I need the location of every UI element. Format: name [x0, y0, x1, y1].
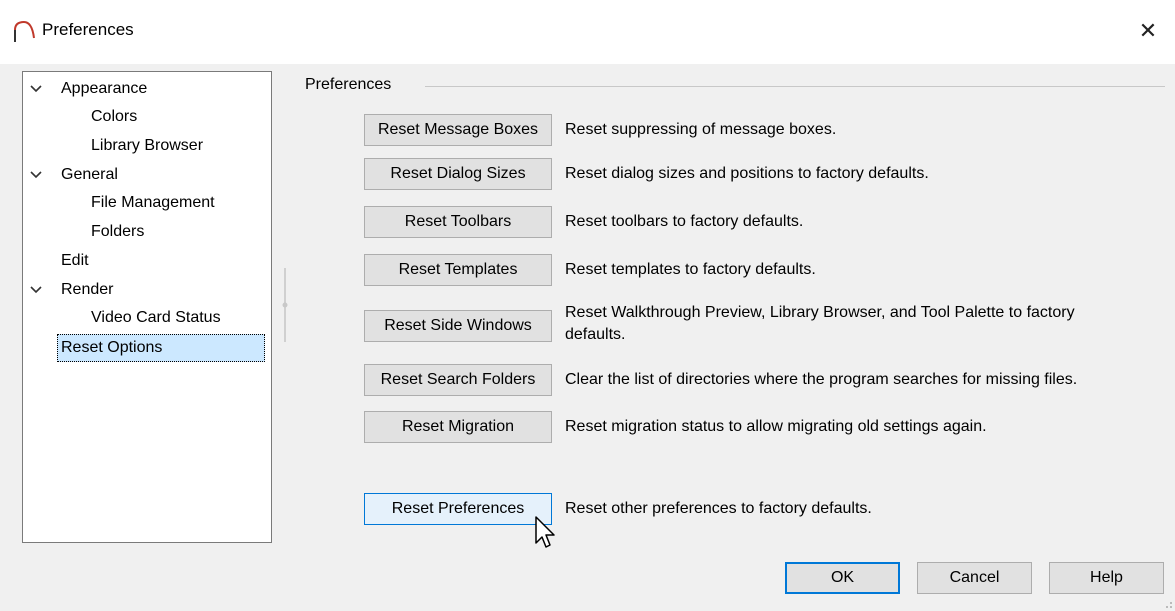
tree-label: Edit	[61, 252, 89, 269]
ok-button[interactable]: OK	[785, 562, 900, 594]
reset-search-folders-button[interactable]: Reset Search Folders	[364, 364, 552, 396]
reset-migration-button[interactable]: Reset Migration	[364, 411, 552, 443]
chevron-down-icon[interactable]	[29, 168, 43, 182]
group-divider	[425, 86, 1165, 87]
tree-label: General	[61, 166, 118, 183]
reset-templates-button[interactable]: Reset Templates	[364, 254, 552, 286]
reset-message-boxes-button[interactable]: Reset Message Boxes	[364, 114, 552, 146]
reset-templates-description: Reset templates to factory defaults.	[565, 261, 816, 278]
tree-label: Colors	[91, 108, 138, 125]
help-button[interactable]: Help	[1049, 562, 1164, 594]
title-bar: Preferences ✕	[0, 0, 1175, 64]
reset-dialog-sizes-description: Reset dialog sizes and positions to fact…	[565, 165, 929, 182]
reset-toolbars-button[interactable]: Reset Toolbars	[364, 206, 552, 238]
reset-side-windows-button[interactable]: Reset Side Windows	[364, 310, 552, 342]
reset-search-folders-description: Clear the list of directories where the …	[565, 371, 1078, 388]
chevron-down-icon[interactable]	[29, 82, 43, 96]
mouse-pointer-icon	[535, 516, 555, 548]
group-label: Preferences	[305, 76, 398, 94]
reset-message-boxes-description: Reset suppressing of message boxes.	[565, 121, 837, 138]
reset-side-windows-description: Reset Walkthrough Preview, Library Brows…	[565, 302, 1165, 346]
tree-item-colors[interactable]: Colors	[91, 104, 137, 130]
reset-preferences-description: Reset other preferences to factory defau…	[565, 500, 872, 517]
tree-item-edit[interactable]: Edit	[61, 248, 89, 274]
chevron-down-icon[interactable]	[29, 283, 43, 297]
close-icon: ✕	[1138, 18, 1158, 43]
close-button[interactable]: ✕	[1131, 14, 1165, 48]
reset-preferences-button[interactable]: Reset Preferences	[364, 493, 552, 525]
tree-item-folders[interactable]: Folders	[91, 219, 144, 245]
tree-label: Reset Options	[57, 334, 265, 362]
tree-label: Appearance	[61, 80, 148, 97]
cancel-button[interactable]: Cancel	[917, 562, 1032, 594]
tree-label: Library Browser	[91, 137, 204, 154]
tree-item-library-browser[interactable]: Library Browser	[91, 133, 203, 159]
tree-label: File Management	[91, 194, 215, 211]
tree-item-video-card-status[interactable]: Video Card Status	[91, 305, 221, 331]
description-line: Reset Walkthrough Preview, Library Brows…	[565, 304, 1075, 321]
window-title: Preferences	[42, 20, 134, 39]
reset-migration-description: Reset migration status to allow migratin…	[565, 418, 987, 435]
tree-item-reset-options[interactable]: Reset Options	[57, 334, 265, 362]
tree-label: Render	[61, 281, 114, 298]
reset-dialog-sizes-button[interactable]: Reset Dialog Sizes	[364, 158, 552, 190]
reset-toolbars-description: Reset toolbars to factory defaults.	[565, 213, 804, 230]
options-tree[interactable]: Appearance Colors Library Browser Genera…	[22, 71, 272, 543]
tree-label: Folders	[91, 223, 145, 240]
description-line: defaults.	[565, 326, 626, 343]
app-arc-icon	[14, 20, 35, 42]
tree-item-file-management[interactable]: File Management	[91, 190, 215, 216]
tree-label: Video Card Status	[91, 309, 221, 326]
splitter-grip-icon[interactable]	[281, 298, 289, 312]
resize-grip-icon[interactable]	[1161, 597, 1173, 609]
